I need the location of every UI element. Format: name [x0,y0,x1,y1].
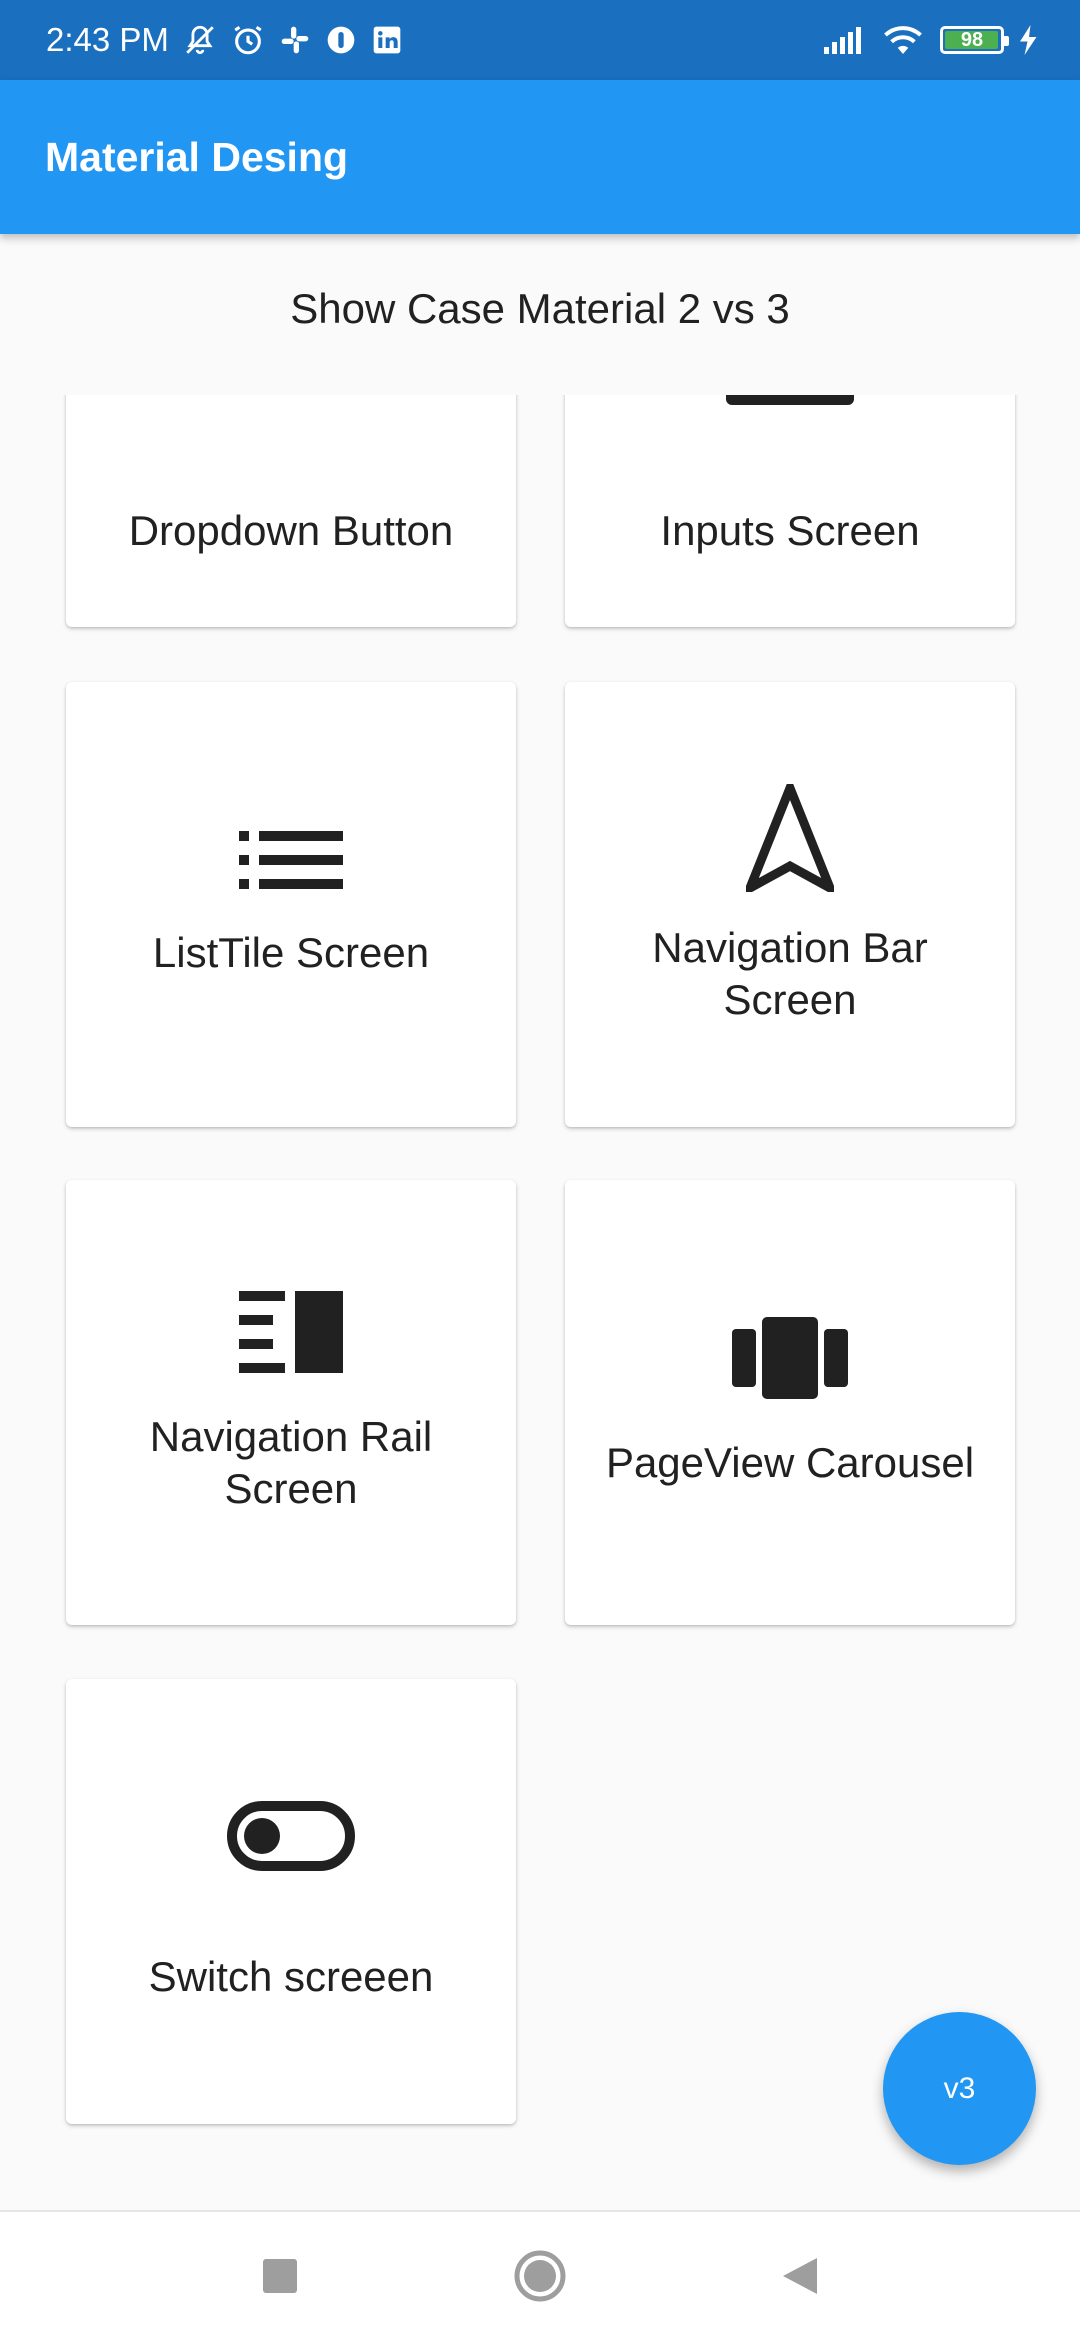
app-icon [325,24,357,56]
navigation-rail-icon [239,1290,343,1373]
battery-icon: 98 [940,26,1009,54]
list-icon [239,830,343,889]
card-label: ListTile Screen [152,928,430,976]
status-right: 98 [822,24,1038,56]
wifi-icon [882,24,924,56]
input-icon [726,395,854,405]
card-listtile-screen[interactable]: ListTile Screen [66,682,516,1127]
battery-level: 98 [960,28,984,51]
version-toggle-fab[interactable]: v3 [883,2012,1036,2165]
app-title: Material Desing [45,133,349,180]
card-label: Navigation Rail Screen [149,1412,433,1512]
home-button[interactable] [510,2246,570,2306]
page-subtitle: Show Case Material 2 vs 3 [290,285,790,332]
system-nav-bar [0,2210,1080,2340]
card-switch-screen[interactable]: Switch screeen [66,1679,516,2124]
toggle-icon [227,1800,355,1871]
card-label: Inputs Screen [660,507,920,554]
card-label: Navigation Bar Screen [652,923,928,1023]
navigation-arrow-icon [746,783,834,892]
recents-icon [263,2259,297,2293]
signal-icon [822,25,866,55]
recents-button[interactable] [250,2246,310,2306]
charging-icon [1020,25,1038,55]
card-label: Switch screeen [148,1952,434,2000]
card-pageview-carousel[interactable]: PageView Carousel [565,1180,1015,1625]
card-inputs-screen[interactable]: Inputs Screen [565,395,1015,627]
back-button[interactable] [770,2246,830,2306]
card-label: PageView Carousel [605,1438,975,1486]
status-left: 2:43 PM [46,21,403,59]
mute-notification-icon [183,23,217,57]
card-navigation-rail-screen[interactable]: Navigation Rail Screen [66,1180,516,1625]
fab-label: v3 [943,2071,976,2105]
alarm-icon [231,23,265,57]
back-icon [783,2258,817,2294]
card-dropdown-button[interactable]: Dropdown Button [66,395,516,627]
linkedin-icon [371,24,403,56]
card-navigation-bar-screen[interactable]: Navigation Bar Screen [565,682,1015,1127]
slack-icon [279,24,311,56]
home-icon [514,2250,566,2302]
app-bar: Material Desing [0,80,1080,234]
status-bar: 2:43 PM 98 [0,0,1080,80]
showcase-grid[interactable]: Dropdown Button Inputs Screen ListTile S… [0,395,1080,2210]
carousel-icon [732,1316,848,1399]
status-time: 2:43 PM [46,21,169,58]
card-label: Dropdown Button [128,507,454,554]
